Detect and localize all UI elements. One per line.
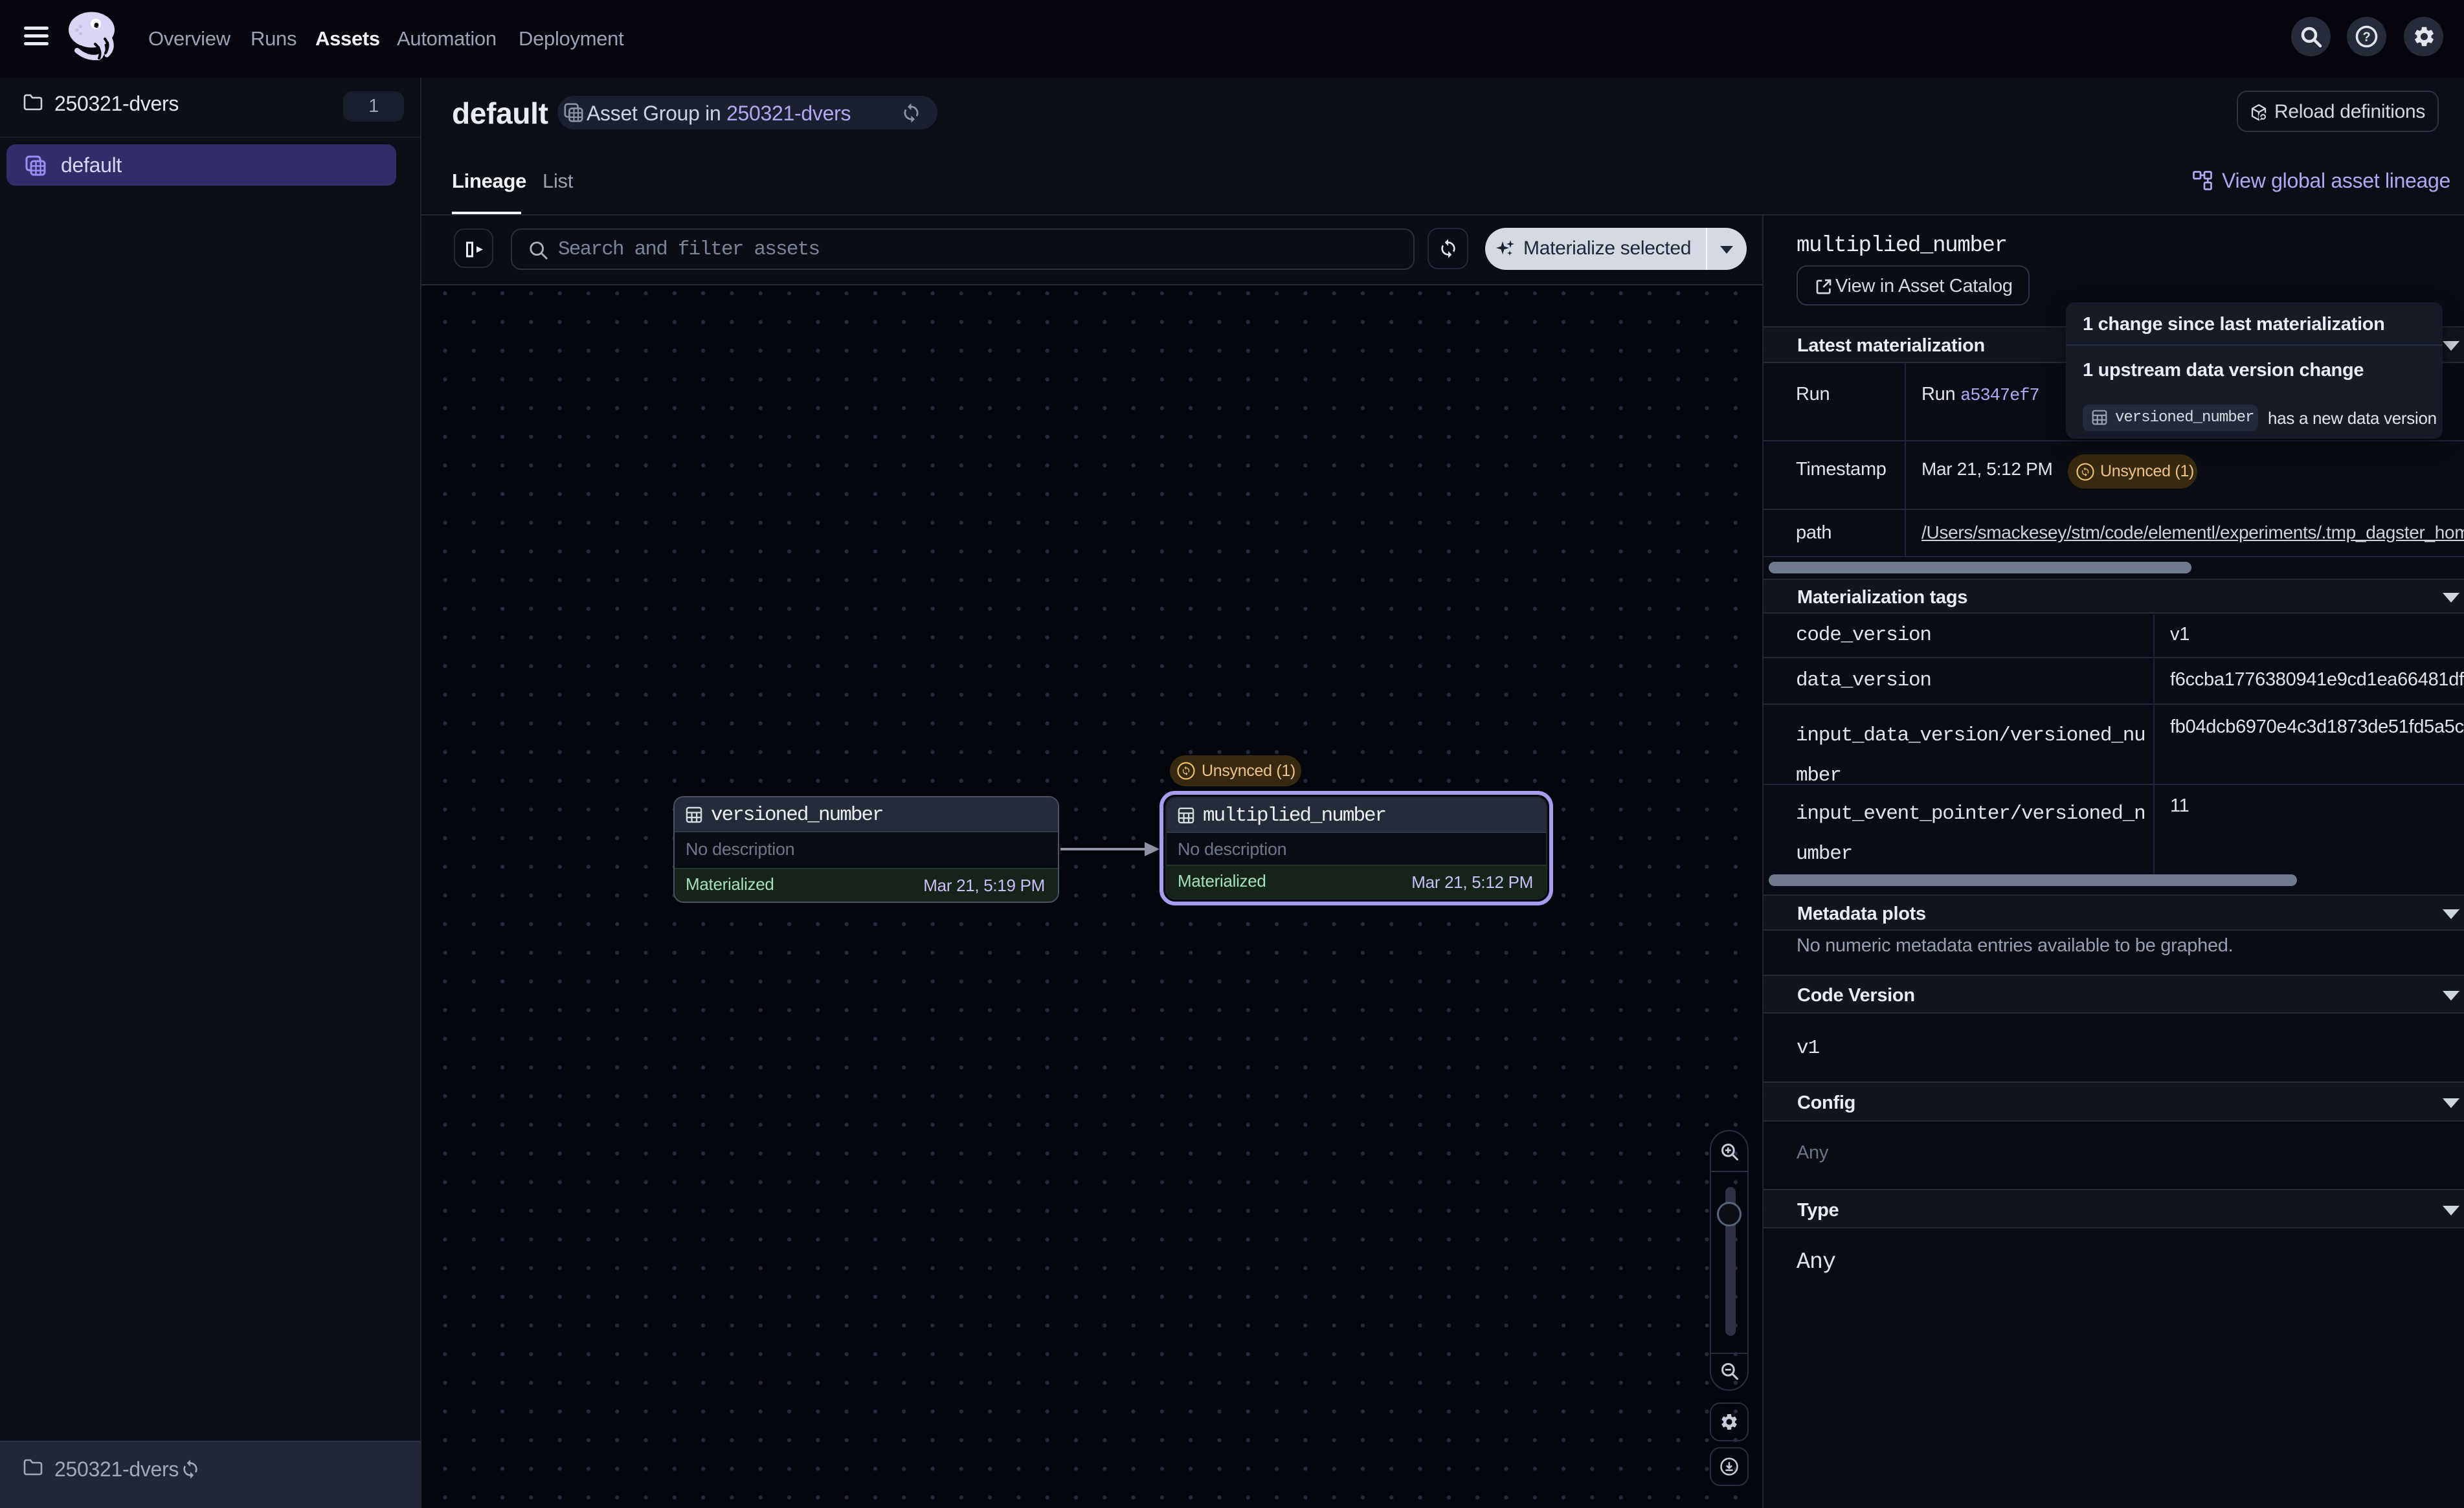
svg-text:?: ? xyxy=(2363,30,2371,45)
